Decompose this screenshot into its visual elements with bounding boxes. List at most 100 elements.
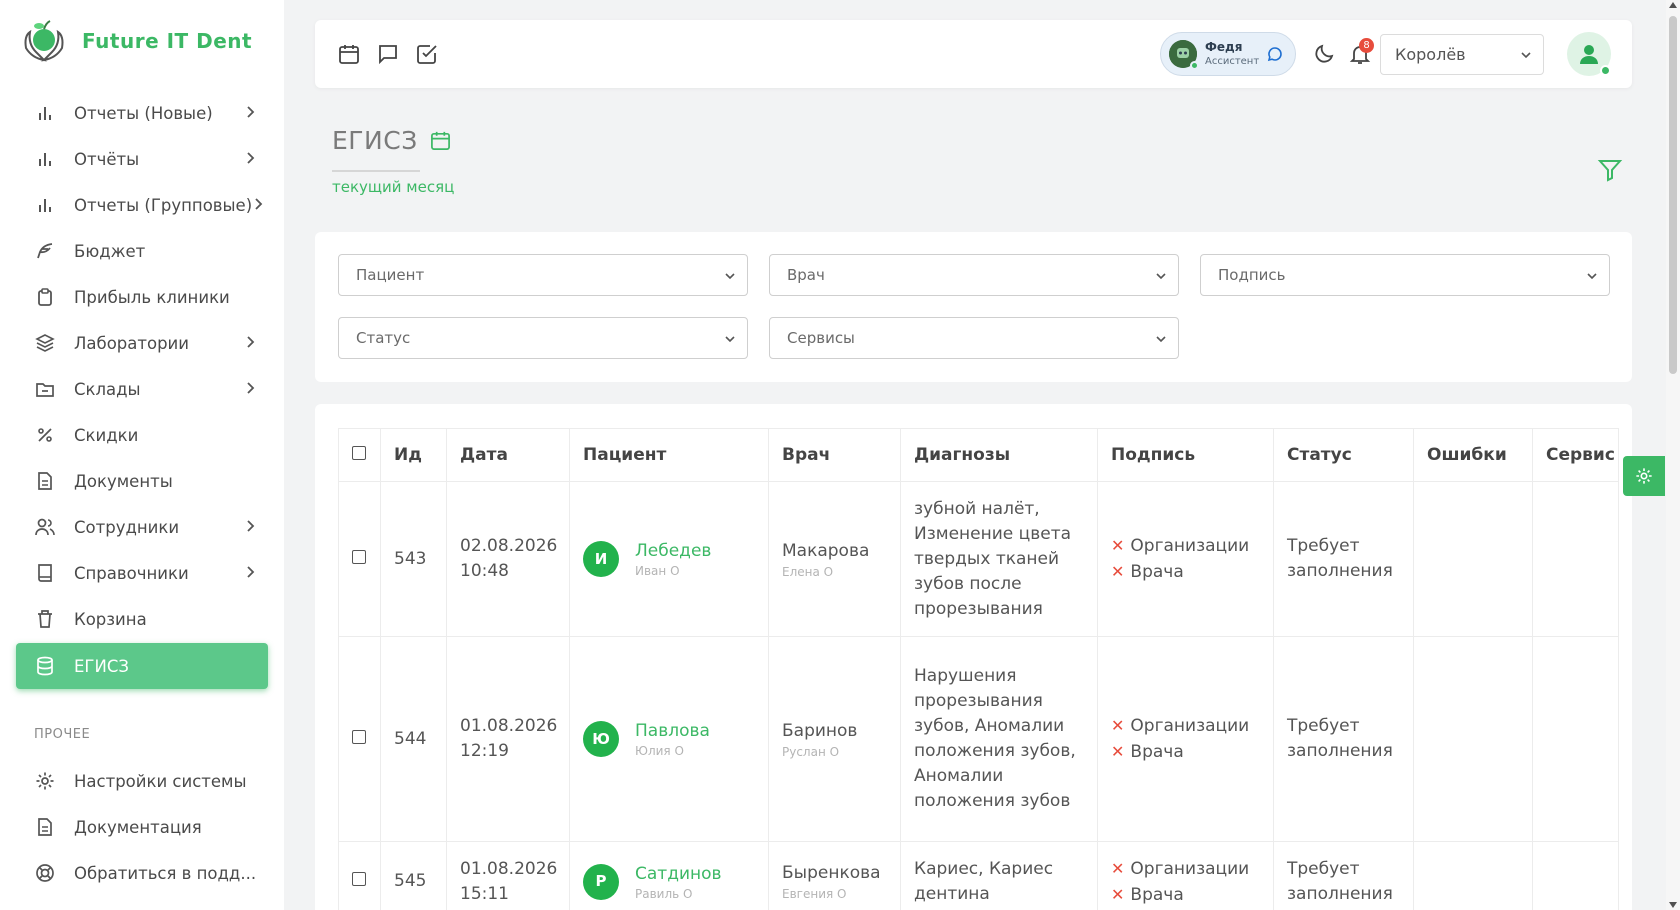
- col-header-id[interactable]: Ид: [380, 428, 447, 482]
- user-avatar[interactable]: [1567, 32, 1611, 76]
- services-filter-select[interactable]: Сервисы: [769, 317, 1179, 359]
- row-id: 544: [380, 636, 447, 842]
- sidebar-item-egisz[interactable]: ЕГИСЗ: [16, 643, 268, 689]
- patient-filter-select[interactable]: Пациент: [338, 254, 748, 296]
- sign-doc: Врача: [1130, 884, 1184, 905]
- top-bar: Федя Ассистент 8 Королёв: [315, 20, 1632, 88]
- sidebar-item-reports[interactable]: Отчёты: [16, 136, 268, 182]
- sidebar-item-references[interactable]: Справочники: [16, 550, 268, 596]
- period-label[interactable]: текущий месяц: [332, 178, 454, 196]
- col-header-doctor[interactable]: Врач: [768, 428, 901, 482]
- sidebar-item-documents[interactable]: Документы: [16, 458, 268, 504]
- sidebar-item-system-settings[interactable]: Настройки системы: [16, 758, 268, 804]
- patient-link[interactable]: Павлова: [635, 719, 710, 743]
- sidebar-item-clinic-profit[interactable]: Прибыль клиники: [16, 274, 268, 320]
- row-services: [1532, 636, 1619, 842]
- sidebar-item-label: Прибыль клиники: [74, 287, 230, 307]
- page-scrollbar[interactable]: [1666, 0, 1680, 910]
- sidebar-item-label: Корзина: [74, 609, 147, 629]
- filter-icon[interactable]: [1597, 157, 1623, 183]
- doctor-filter-placeholder: Врач: [787, 266, 825, 284]
- status-filter-select[interactable]: Статус: [338, 317, 748, 359]
- trash-icon: [34, 608, 56, 630]
- document-icon: [34, 816, 56, 838]
- doctor-filter-select[interactable]: Врач: [769, 254, 1179, 296]
- sidebar-item-trash[interactable]: Корзина: [16, 596, 268, 642]
- sidebar-item-support[interactable]: Обратиться в подд...: [16, 850, 268, 896]
- col-header-errors[interactable]: Ошибки: [1413, 428, 1533, 482]
- row-doctor: Быренкова Евгения О: [768, 841, 901, 910]
- doctor-last-name: Быренкова: [782, 863, 881, 883]
- row-date: 01.08.2026 12:19: [446, 636, 570, 842]
- col-header-patient[interactable]: Пациент: [569, 428, 769, 482]
- brand-logo[interactable]: Future IT Dent: [20, 18, 252, 64]
- row-signature: ✕ Организации ✕ Врача: [1097, 636, 1274, 842]
- row-checkbox[interactable]: [352, 872, 366, 886]
- chevron-right-icon: [247, 566, 255, 578]
- sign-doc: Врача: [1130, 742, 1184, 762]
- col-header-date[interactable]: Дата: [446, 428, 570, 482]
- dark-mode-moon-icon[interactable]: [1312, 42, 1336, 66]
- checkbox-icon[interactable]: [415, 42, 439, 66]
- sidebar-item-reports-group[interactable]: Отчеты (Групповые): [16, 182, 268, 228]
- title-underline: [332, 170, 420, 172]
- select-all-checkbox[interactable]: [352, 446, 366, 460]
- sidebar-item-label: Бюджет: [74, 241, 146, 261]
- patient-link[interactable]: Сатдинов: [635, 862, 722, 886]
- row-signature: ✕ Организации ✕ Врача: [1097, 841, 1274, 910]
- row-diagnoses: зубной налёт, Изменение цвета твердых тк…: [900, 481, 1098, 637]
- signature-filter-select[interactable]: Подпись: [1200, 254, 1610, 296]
- sidebar-item-discounts[interactable]: Скидки: [16, 412, 268, 458]
- assistant-widget[interactable]: Федя Ассистент: [1160, 32, 1296, 76]
- sidebar-item-laboratories[interactable]: Лаборатории: [16, 320, 268, 366]
- floating-settings-button[interactable]: [1623, 456, 1665, 496]
- book-icon: [34, 562, 56, 584]
- row-doctor: Макарова Елена О: [768, 481, 901, 637]
- table-row[interactable]: 544 01.08.2026 12:19 Ю Павлова Юлия О Бари…: [338, 636, 1619, 842]
- layers-icon: [34, 332, 56, 354]
- sidebar-item-budget[interactable]: Бюджет: [16, 228, 268, 274]
- table-row[interactable]: 543 02.08.2026 10:48 И Лебедев Иван О Мака…: [338, 481, 1619, 637]
- patient-first-name: Юлия О: [635, 744, 684, 758]
- sidebar-item-warehouses[interactable]: Склады: [16, 366, 268, 412]
- col-header-signature[interactable]: Подпись: [1097, 428, 1274, 482]
- sidebar-item-label: Сотрудники: [74, 517, 180, 537]
- services-filter-placeholder: Сервисы: [787, 329, 855, 347]
- branch-select[interactable]: Королёв: [1380, 34, 1544, 75]
- calendar-icon[interactable]: [337, 42, 361, 66]
- row-date: 01.08.2026 15:11: [446, 841, 570, 910]
- row-checkbox[interactable]: [352, 729, 366, 744]
- filters-panel: Пациент Врач Подпись Статус Сервисы: [315, 232, 1632, 382]
- scroll-down-arrow-icon[interactable]: [1669, 902, 1677, 908]
- assistant-name: Федя: [1205, 39, 1243, 54]
- col-header-services[interactable]: Сервис: [1532, 428, 1619, 482]
- calendar-icon[interactable]: [430, 130, 451, 151]
- sidebar-item-label: Склады: [74, 379, 141, 399]
- table-row[interactable]: 545 01.08.2026 15:11 Р Сатдинов Равиль О Б…: [338, 841, 1619, 910]
- row-patient: Р Сатдинов Равиль О: [583, 862, 768, 902]
- chevron-down-icon: [1587, 273, 1597, 280]
- chat-icon[interactable]: [376, 42, 400, 66]
- col-header-status[interactable]: Статус: [1273, 428, 1414, 482]
- sign-org: Организации: [1130, 536, 1250, 556]
- sidebar-item-documentation[interactable]: Документация: [16, 804, 268, 850]
- branch-select-value: Королёв: [1395, 45, 1466, 64]
- cross-icon: ✕: [1111, 858, 1125, 878]
- sidebar: Future IT Dent Отчеты (Новые) Отчёты Отч…: [0, 0, 284, 910]
- scrollbar-thumb[interactable]: [1669, 16, 1677, 374]
- sidebar-item-reports-new[interactable]: Отчеты (Новые): [16, 90, 268, 136]
- patient-link[interactable]: Лебедев: [635, 539, 711, 563]
- row-checkbox[interactable]: [352, 549, 366, 564]
- table-header-row: Ид Дата Пациент Врач Диагнозы Подпись Ст…: [338, 428, 1619, 482]
- document-icon: [34, 470, 56, 492]
- row-id: 543: [380, 481, 447, 637]
- chevron-right-icon: [247, 336, 255, 348]
- sidebar-item-employees[interactable]: Сотрудники: [16, 504, 268, 550]
- clipboard-icon: [34, 286, 56, 308]
- sidebar-item-label: Документы: [74, 471, 173, 491]
- row-date-time: 12:19: [460, 741, 509, 761]
- row-date-day: 02.08.2026: [460, 536, 558, 556]
- scroll-up-arrow-icon[interactable]: [1669, 2, 1677, 8]
- col-header-diagnoses[interactable]: Диагнозы: [900, 428, 1098, 482]
- row-patient: И Лебедев Иван О: [583, 539, 768, 579]
